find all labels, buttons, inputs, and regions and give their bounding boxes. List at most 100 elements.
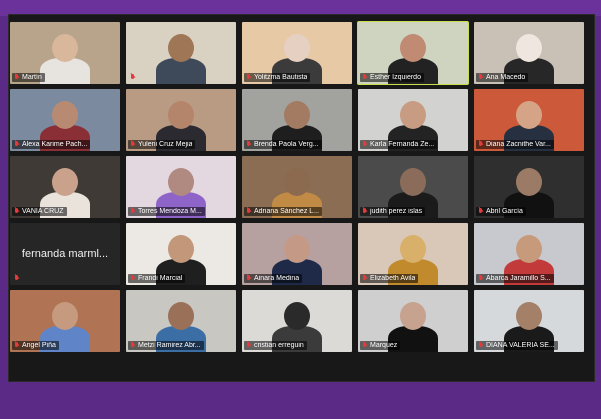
- participant-name: Diana Zacnithe Var...: [486, 141, 551, 148]
- participant-tile[interactable]: Brenda Paola Verg...: [242, 89, 352, 151]
- participant-head: [400, 235, 426, 263]
- participant-name-tag: Esther Izquierdo: [360, 73, 424, 82]
- participant-name: Abril García: [486, 208, 523, 215]
- participant-tile[interactable]: Abarca Jaramillo S...: [474, 223, 584, 285]
- muted-microphone-icon: [14, 141, 20, 148]
- muted-microphone-icon: [362, 275, 368, 282]
- participant-tile[interactable]: Adriana Sánchez L...: [242, 156, 352, 218]
- participant-tile[interactable]: Frandi Marcial: [126, 223, 236, 285]
- muted-microphone-icon: [246, 141, 252, 148]
- participant-name: Yuleni Cruz Mejia: [138, 141, 193, 148]
- participant-tile[interactable]: VANIA CRUZ: [10, 156, 120, 218]
- participant-tile[interactable]: Yuleni Cruz Mejia: [126, 89, 236, 151]
- participant-name-tag: Marquez: [360, 341, 401, 350]
- participant-head: [400, 34, 426, 62]
- muted-microphone-icon: [478, 208, 484, 215]
- participant-name-tag: [128, 73, 139, 82]
- participant-tile[interactable]: Ainara Medina: [242, 223, 352, 285]
- participant-tile[interactable]: Ana Macedo: [474, 22, 584, 84]
- participant-name: DIANA VALERIA SE...: [486, 342, 555, 349]
- participant-name-tag: Yolitzma Bautista: [244, 73, 311, 82]
- participant-name-tag: Alexa Karime Pach...: [12, 140, 91, 149]
- participant-name-tag: Diana Zacnithe Var...: [476, 140, 554, 149]
- muted-microphone-icon: [362, 141, 368, 148]
- participant-name: Torres Mendoza M...: [138, 208, 202, 215]
- participant-tile[interactable]: Angel Piña: [10, 290, 120, 352]
- participant-name-tag: DIANA VALERIA SE...: [476, 341, 558, 350]
- participant-head: [284, 101, 310, 129]
- participant-name: Ana Macedo: [486, 74, 526, 81]
- participant-name: Elizabeth Avila: [370, 275, 416, 282]
- participant-head: [52, 302, 78, 330]
- participant-head: [168, 168, 194, 196]
- participant-name-tag: Abarca Jaramillo S...: [476, 274, 554, 283]
- participant-tile[interactable]: cristian erreguin: [242, 290, 352, 352]
- participant-tile[interactable]: Esther Izquierdo: [357, 21, 469, 85]
- participant-name: Brenda Paola Verg...: [254, 141, 319, 148]
- participant-name: cristian erreguin: [254, 342, 304, 349]
- participant-head: [284, 302, 310, 330]
- participant-name: Metzi Ramirez Abr...: [138, 342, 201, 349]
- participant-name: VANIA CRUZ: [22, 208, 64, 215]
- participant-tile[interactable]: [126, 22, 236, 84]
- participant-name: Alexa Karime Pach...: [22, 141, 88, 148]
- participant-head: [168, 302, 194, 330]
- participant-name-tag: Karla Fernanda Ze...: [360, 140, 438, 149]
- participant-name: Ainara Medina: [254, 275, 300, 282]
- muted-microphone-icon: [478, 342, 484, 349]
- participant-tile[interactable]: Elizabeth Avila: [358, 223, 468, 285]
- participant-name-tag: Elizabeth Avila: [360, 274, 419, 283]
- participant-name: judith perez islas: [370, 208, 423, 215]
- muted-microphone-icon: [246, 342, 252, 349]
- participant-head: [400, 168, 426, 196]
- muted-microphone-icon: [14, 275, 20, 282]
- muted-microphone-icon: [130, 208, 136, 215]
- participant-tile[interactable]: fernanda marml...: [10, 223, 120, 285]
- muted-microphone-icon: [478, 74, 484, 81]
- muted-microphone-icon: [130, 74, 136, 81]
- muted-microphone-icon: [246, 208, 252, 215]
- participant-tile[interactable]: DIANA VALERIA SE...: [474, 290, 584, 352]
- participant-head: [168, 235, 194, 263]
- participant-name-tag: [12, 274, 23, 283]
- participant-head: [168, 34, 194, 62]
- muted-microphone-icon: [130, 275, 136, 282]
- participant-name: Frandi Marcial: [138, 275, 183, 282]
- muted-microphone-icon: [362, 208, 368, 215]
- participant-tile[interactable]: Diana Zacnithe Var...: [474, 89, 584, 151]
- participant-name-tag: Adriana Sánchez L...: [244, 207, 322, 216]
- participant-name: Martín: [22, 74, 42, 81]
- participant-head: [52, 101, 78, 129]
- participant-tile[interactable]: Torres Mendoza M...: [126, 156, 236, 218]
- muted-microphone-icon: [478, 275, 484, 282]
- muted-microphone-icon: [14, 208, 20, 215]
- participant-name-tag: Brenda Paola Verg...: [244, 140, 322, 149]
- participant-tile[interactable]: Martín: [10, 22, 120, 84]
- participant-tile[interactable]: Alexa Karime Pach...: [10, 89, 120, 151]
- muted-microphone-icon: [130, 141, 136, 148]
- participant-tile[interactable]: Karla Fernanda Ze...: [358, 89, 468, 151]
- participant-name-tag: Abril García: [476, 207, 526, 216]
- muted-microphone-icon: [130, 342, 136, 349]
- participant-tile[interactable]: Metzi Ramirez Abr...: [126, 290, 236, 352]
- participant-head: [52, 168, 78, 196]
- participant-name-tag: judith perez islas: [360, 207, 426, 216]
- participant-name-tag: VANIA CRUZ: [12, 207, 67, 216]
- muted-microphone-icon: [246, 74, 252, 81]
- participant-name-tag: Torres Mendoza M...: [128, 207, 205, 216]
- participant-tile[interactable]: Marquez: [358, 290, 468, 352]
- muted-microphone-icon: [362, 342, 368, 349]
- participant-name-tag: Angel Piña: [12, 341, 59, 350]
- participant-head: [168, 101, 194, 129]
- participant-name-tag: Yuleni Cruz Mejia: [128, 140, 196, 149]
- participant-head: [516, 34, 542, 62]
- muted-microphone-icon: [246, 275, 252, 282]
- participant-tile[interactable]: judith perez islas: [358, 156, 468, 218]
- participant-tile[interactable]: Yolitzma Bautista: [242, 22, 352, 84]
- participant-name-tag: Ana Macedo: [476, 73, 529, 82]
- participant-head: [516, 101, 542, 129]
- participant-name-tag: Frandi Marcial: [128, 274, 186, 283]
- participant-name: Karla Fernanda Ze...: [370, 141, 435, 148]
- participant-tile[interactable]: Abril García: [474, 156, 584, 218]
- muted-microphone-icon: [14, 74, 20, 81]
